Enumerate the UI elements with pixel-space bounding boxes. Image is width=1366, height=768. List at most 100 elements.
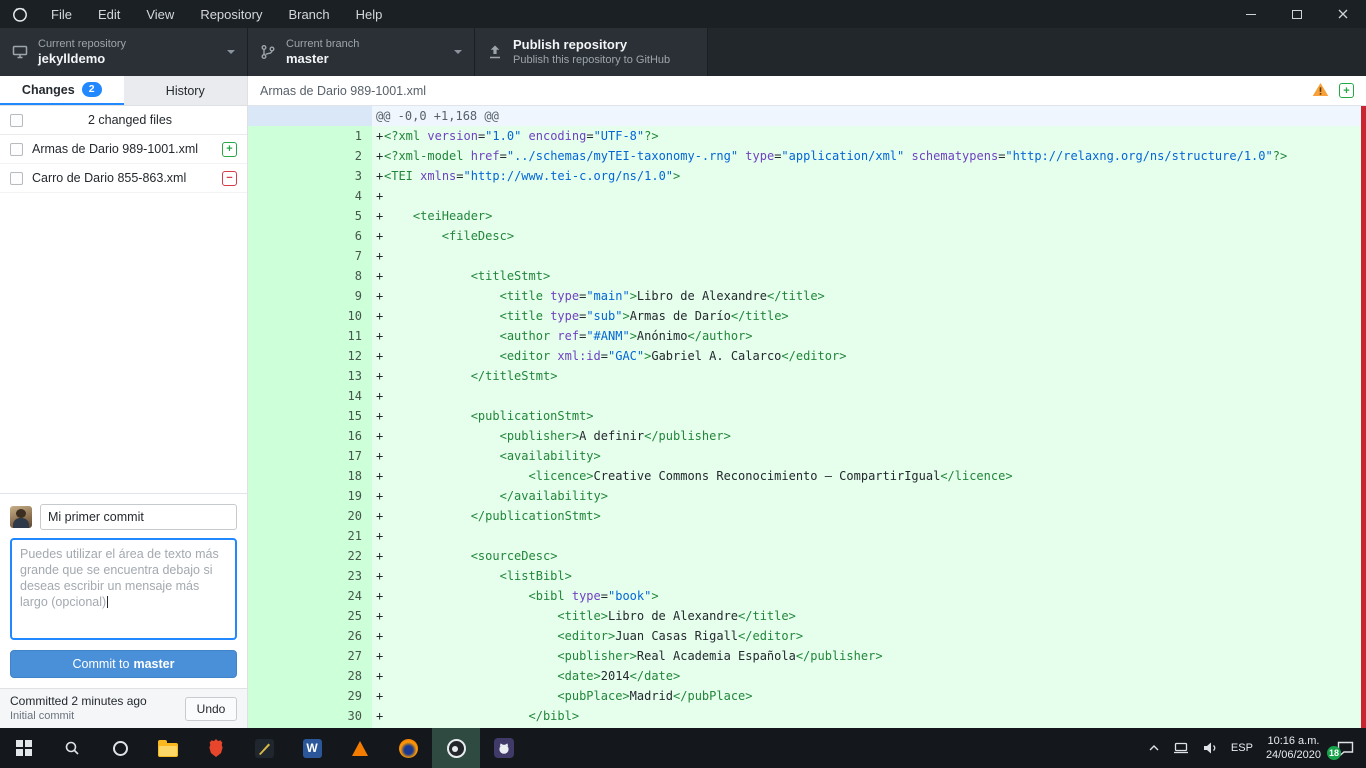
- menu-branch[interactable]: Branch: [275, 0, 342, 28]
- diff-line: 27+ <publisher>Real Academia Española</p…: [248, 646, 1366, 666]
- added-line-marker: +: [372, 266, 384, 286]
- old-line-number: [248, 206, 310, 226]
- old-line-number: [248, 466, 310, 486]
- diff-lines: 1+<?xml version="1.0" encoding="UTF-8"?>…: [248, 126, 1366, 726]
- diff-scrollbar[interactable]: [1361, 106, 1366, 728]
- battery-indicator[interactable]: [1173, 741, 1189, 755]
- diff-line: 23+ <listBibl>: [248, 566, 1366, 586]
- file-explorer-button[interactable]: [144, 728, 192, 768]
- vlc-button[interactable]: [336, 728, 384, 768]
- file-checkbox[interactable]: [10, 143, 23, 156]
- diff-line: 18+ <licence>Creative Commons Reconocimi…: [248, 466, 1366, 486]
- maximize-icon: [1292, 10, 1302, 19]
- diff-line-code: +: [372, 186, 1366, 206]
- maximize-button[interactable]: [1274, 0, 1320, 28]
- language-indicator[interactable]: ESP: [1231, 742, 1253, 754]
- design-app-button[interactable]: [240, 728, 288, 768]
- commit-button[interactable]: Commit to master: [10, 650, 237, 678]
- old-line-number: [248, 286, 310, 306]
- diff-line-code: + </bibl>: [372, 706, 1366, 726]
- commit-description-textarea[interactable]: Puedes utilizar el área de texto más gra…: [10, 538, 237, 640]
- warning-icon: [1312, 82, 1329, 100]
- diff-hunk-header: @@ -0,0 +1,168 @@: [248, 106, 1366, 126]
- select-all-checkbox[interactable]: [10, 114, 23, 127]
- commit-summary-input[interactable]: [40, 504, 237, 530]
- old-line-number: [248, 686, 310, 706]
- word-button[interactable]: W: [288, 728, 336, 768]
- new-line-number: 30: [310, 706, 372, 726]
- diff-body: @@ -0,0 +1,168 @@ 1+<?xml version="1.0" …: [248, 106, 1366, 728]
- diff-line: 4+: [248, 186, 1366, 206]
- file-checkbox[interactable]: [10, 172, 23, 185]
- menu-repository[interactable]: Repository: [187, 0, 275, 28]
- menu-help[interactable]: Help: [343, 0, 396, 28]
- new-line-number: 15: [310, 406, 372, 426]
- menu-bar: File Edit View Repository Branch Help: [0, 0, 1366, 28]
- current-repository-button[interactable]: Current repository jekylldemo: [0, 28, 248, 76]
- firefox-button[interactable]: [384, 728, 432, 768]
- browser-app-button[interactable]: [192, 728, 240, 768]
- taskbar-search-button[interactable]: [48, 728, 96, 768]
- new-line-number: 28: [310, 666, 372, 686]
- cortana-button[interactable]: [96, 728, 144, 768]
- diff-line: 7+: [248, 246, 1366, 266]
- new-line-number: 10: [310, 306, 372, 326]
- file-added-status-icon: +: [222, 142, 237, 157]
- new-line-number: 23: [310, 566, 372, 586]
- menu-edit[interactable]: Edit: [85, 0, 133, 28]
- undo-button[interactable]: Undo: [185, 697, 237, 721]
- publish-repository-button[interactable]: Publish repository Publish this reposito…: [475, 28, 708, 76]
- diff-line-code: +<?xml-model href="../schemas/myTEI-taxo…: [372, 146, 1366, 166]
- folder-icon: [158, 743, 178, 757]
- added-line-marker: +: [372, 606, 384, 626]
- new-line-number: 22: [310, 546, 372, 566]
- added-line-marker: +: [372, 426, 384, 446]
- commit-message-text: Initial commit: [10, 709, 185, 723]
- diff-line-code: + </titleStmt>: [372, 366, 1366, 386]
- upload-icon: [487, 44, 503, 60]
- current-branch-value: master: [286, 51, 359, 67]
- diff-line-code: + <author ref="#ANM">Anónimo</author>: [372, 326, 1366, 346]
- clock[interactable]: 10:16 a.m. 24/06/2020: [1266, 734, 1321, 762]
- show-hidden-icons-button[interactable]: [1148, 744, 1160, 752]
- new-line-number: 24: [310, 586, 372, 606]
- start-button[interactable]: [0, 728, 48, 768]
- close-button[interactable]: [1320, 0, 1366, 28]
- obs-button[interactable]: [432, 728, 480, 768]
- menu-view[interactable]: View: [133, 0, 187, 28]
- tab-changes[interactable]: Changes 2: [0, 76, 124, 105]
- undo-commit-bar: Committed 2 minutes ago Initial commit U…: [0, 688, 247, 728]
- new-line-number: 26: [310, 626, 372, 646]
- diff-line-code: +: [372, 246, 1366, 266]
- file-row-added[interactable]: Armas de Dario 989-1001.xml +: [0, 135, 247, 164]
- diff-line-code: + <teiHeader>: [372, 206, 1366, 226]
- sidebar-tabs: Changes 2 History: [0, 76, 247, 106]
- added-line-marker: +: [372, 506, 384, 526]
- menu-file[interactable]: File: [38, 0, 85, 28]
- diff-line-code: + <licence>Creative Commons Reconocimien…: [372, 466, 1366, 486]
- diff-line: 19+ </availability>: [248, 486, 1366, 506]
- diff-line: 5+ <teiHeader>: [248, 206, 1366, 226]
- added-line-marker: +: [372, 306, 384, 326]
- file-row-removed[interactable]: Carro de Dario 855-863.xml −: [0, 164, 247, 193]
- minimize-button[interactable]: [1228, 0, 1274, 28]
- added-line-marker: +: [372, 406, 384, 426]
- github-desktop-button[interactable]: [480, 728, 528, 768]
- added-line-marker: +: [372, 346, 384, 366]
- diff-line-code: + </availability>: [372, 486, 1366, 506]
- added-line-marker: +: [372, 186, 384, 206]
- added-line-marker: +: [372, 466, 384, 486]
- diff-line-code: + <title type="sub">Armas de Darío</titl…: [372, 306, 1366, 326]
- old-line-number: [248, 126, 310, 146]
- action-center-button[interactable]: 18: [1334, 739, 1356, 757]
- old-line-number: [248, 566, 310, 586]
- tab-history[interactable]: History: [124, 76, 248, 105]
- diff-line-code: + <title>Libro de Alexandre</title>: [372, 606, 1366, 626]
- diff-line: 3+<TEI xmlns="http://www.tei-c.org/ns/1.…: [248, 166, 1366, 186]
- added-line-marker: +: [372, 706, 384, 726]
- volume-indicator[interactable]: [1202, 741, 1218, 755]
- current-branch-button[interactable]: Current branch master: [248, 28, 475, 76]
- diff-file-header: Armas de Dario 989-1001.xml +: [248, 76, 1366, 106]
- time-text: 10:16 a.m.: [1266, 734, 1321, 748]
- old-line-number: [248, 346, 310, 366]
